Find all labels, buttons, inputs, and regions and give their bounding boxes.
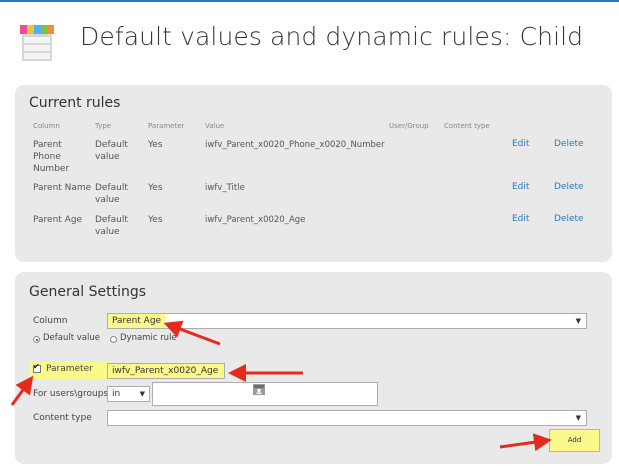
annotation-arrows (10, 320, 552, 452)
arrow-parameter-checkbox (10, 375, 34, 406)
arrow-column (163, 320, 221, 346)
arrow-add (499, 433, 552, 452)
